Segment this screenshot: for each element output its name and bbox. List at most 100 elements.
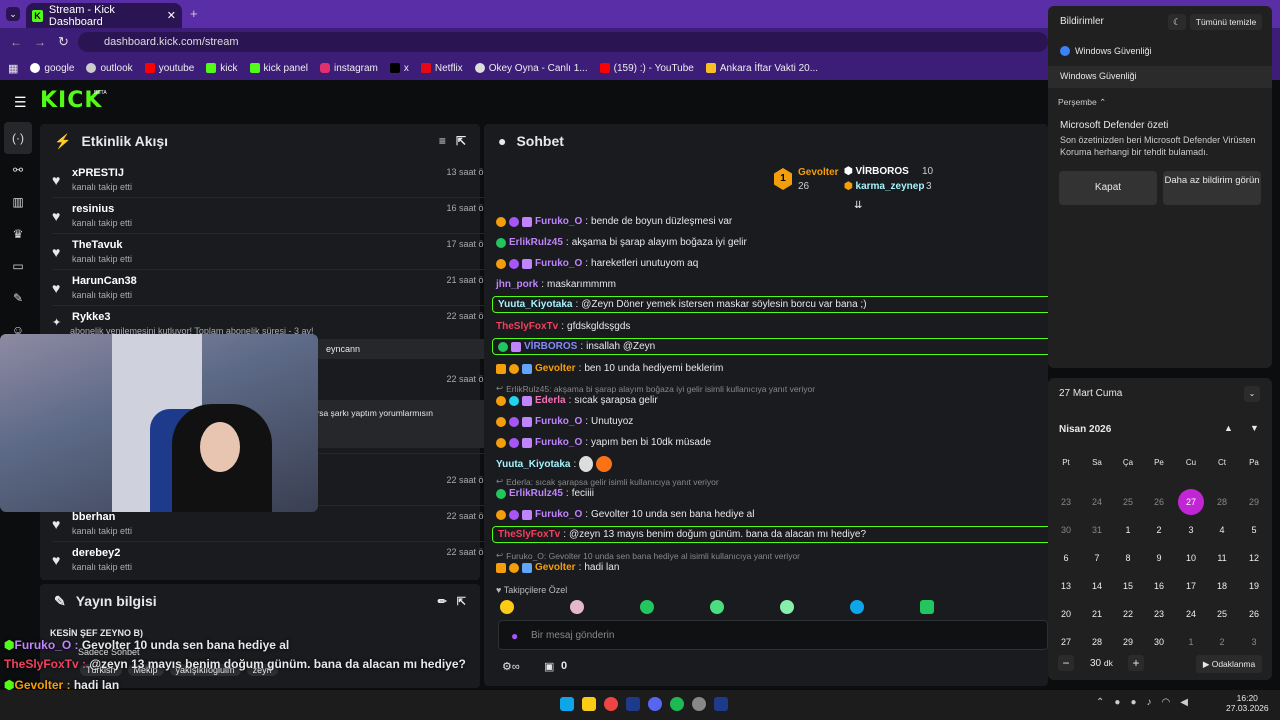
points-icon[interactable]: ▣ bbox=[544, 660, 554, 673]
close-tab-icon[interactable]: ✕ bbox=[167, 9, 176, 22]
chevron-up-icon[interactable]: ⌃ bbox=[1096, 697, 1104, 708]
start-icon[interactable] bbox=[560, 697, 574, 711]
volume-icon[interactable]: ◀ bbox=[1180, 697, 1188, 708]
calendar-day[interactable]: 27 bbox=[1178, 489, 1204, 515]
bookmark-youtube[interactable]: youtube bbox=[144, 63, 194, 74]
app-tray-icon[interactable]: ● bbox=[1114, 697, 1120, 708]
chat-user[interactable]: Furuko_O bbox=[535, 416, 582, 427]
steam-icon[interactable] bbox=[626, 697, 640, 711]
calendar-day[interactable]: 4 bbox=[1212, 525, 1232, 535]
back-icon[interactable]: ← bbox=[10, 35, 22, 49]
popout-icon[interactable]: ⇱ bbox=[457, 595, 466, 608]
calendar-day[interactable]: 23 bbox=[1056, 497, 1076, 507]
trophy-icon[interactable]: ♛ bbox=[0, 218, 36, 250]
chat-user[interactable]: Furuko_O bbox=[535, 216, 582, 227]
url-field[interactable]: dashboard.kick.com/stream bbox=[78, 32, 1048, 52]
focus-button[interactable]: ▶ Odaklanma bbox=[1196, 655, 1262, 673]
calendar-day[interactable]: 19 bbox=[1244, 581, 1264, 591]
chat-user[interactable]: Ederla bbox=[535, 395, 566, 406]
apps-grid-icon[interactable]: ▦ bbox=[8, 62, 18, 75]
wrench-icon[interactable]: ✎ bbox=[0, 282, 36, 314]
emote-icon[interactable] bbox=[500, 600, 514, 614]
close-button[interactable]: Kapat bbox=[1059, 171, 1157, 205]
calendar-day[interactable]: 30 bbox=[1056, 525, 1076, 535]
event-user[interactable]: xPRESTIJ bbox=[72, 167, 124, 179]
calendar-day[interactable]: 25 bbox=[1212, 609, 1232, 619]
analytics-icon[interactable]: ▥ bbox=[0, 186, 36, 218]
chat-user[interactable]: ErlikRulz45 bbox=[509, 488, 563, 499]
chat-user[interactable]: jhn_pork bbox=[496, 279, 538, 290]
event-user[interactable]: resinius bbox=[72, 203, 114, 215]
calendar-day[interactable]: 8 bbox=[1118, 553, 1138, 563]
event-user[interactable]: Rykke3 bbox=[72, 311, 111, 323]
collapse-calendar-icon[interactable]: ⌄ bbox=[1244, 386, 1260, 402]
chat-input-box[interactable]: ● Bir mesaj gönderin bbox=[498, 620, 1048, 650]
calendar-day[interactable]: 21 bbox=[1087, 609, 1107, 619]
app-icon[interactable] bbox=[692, 697, 706, 711]
stream-icon[interactable]: (·) bbox=[4, 122, 32, 154]
event-user[interactable]: bberhan bbox=[72, 511, 115, 523]
calendar-day[interactable]: 12 bbox=[1244, 553, 1264, 563]
calendar-day[interactable]: 22 bbox=[1118, 609, 1138, 619]
calendar-day[interactable]: 28 bbox=[1212, 497, 1232, 507]
calendar-day[interactable]: 13 bbox=[1056, 581, 1076, 591]
explorer-icon[interactable] bbox=[582, 697, 596, 711]
decrease-focus-icon[interactable]: − bbox=[1058, 655, 1074, 671]
chat-user[interactable]: Furuko_O bbox=[535, 258, 582, 269]
calendar-day[interactable]: 6 bbox=[1056, 553, 1076, 563]
calendar-day[interactable]: 15 bbox=[1118, 581, 1138, 591]
chrome-icon[interactable] bbox=[604, 697, 618, 711]
chat-settings-icon[interactable]: ⚙∞ bbox=[502, 660, 520, 673]
menu-icon[interactable]: ☰ bbox=[14, 94, 27, 111]
link-icon[interactable]: ⚯ bbox=[0, 154, 36, 186]
leader-name[interactable]: VİRBOROS bbox=[856, 166, 909, 177]
increase-focus-icon[interactable]: + bbox=[1128, 655, 1144, 671]
emote-icon[interactable] bbox=[570, 600, 584, 614]
bookmark-kick-panel[interactable]: kick panel bbox=[249, 63, 308, 74]
calendar-day[interactable]: 29 bbox=[1118, 637, 1138, 647]
new-tab-icon[interactable]: + bbox=[190, 6, 198, 21]
calendar-day[interactable]: 2 bbox=[1149, 525, 1169, 535]
event-user[interactable]: derebey2 bbox=[72, 547, 120, 559]
steam-icon[interactable] bbox=[714, 697, 728, 711]
bookmark-youtube-2[interactable]: (159) :) - YouTube bbox=[599, 63, 694, 74]
calendar-day[interactable]: 1 bbox=[1118, 525, 1138, 535]
do-not-disturb-icon[interactable]: ☾ bbox=[1168, 14, 1186, 30]
calendar-day[interactable]: 24 bbox=[1087, 497, 1107, 507]
leader-name[interactable]: karma_zeynep bbox=[856, 181, 925, 192]
event-user[interactable]: HarunCan38 bbox=[72, 275, 137, 287]
tab-menu-icon[interactable]: ⌄ bbox=[6, 7, 20, 21]
chat-user[interactable]: VİRBOROS bbox=[524, 341, 577, 352]
day-header[interactable]: Perşembe ⌃ bbox=[1058, 97, 1106, 108]
calendar-day[interactable]: 5 bbox=[1244, 525, 1264, 535]
calendar-day[interactable]: 26 bbox=[1244, 609, 1264, 619]
chat-user[interactable]: Yuuta_Kiyotaka bbox=[498, 299, 572, 310]
calendar-day[interactable]: 3 bbox=[1244, 637, 1264, 647]
calendar-day[interactable]: 11 bbox=[1212, 553, 1232, 563]
next-month-icon[interactable]: ▼ bbox=[1250, 423, 1259, 433]
bookmark-okey[interactable]: Okey Oyna - Canlı 1... bbox=[474, 63, 588, 74]
bookmark-google[interactable]: google bbox=[30, 63, 74, 74]
less-notifications-button[interactable]: Daha az bildirim görün bbox=[1163, 171, 1261, 205]
calendar-day[interactable]: 14 bbox=[1087, 581, 1107, 591]
chat-user[interactable]: Yuuta_Kiyotaka bbox=[496, 459, 570, 470]
mic-tray-icon[interactable]: ♪ bbox=[1146, 697, 1151, 708]
wifi-icon[interactable]: ◠ bbox=[1161, 697, 1170, 708]
bookmark-x[interactable]: x bbox=[389, 63, 409, 74]
calendar-day[interactable]: 18 bbox=[1212, 581, 1232, 591]
bookmark-kick[interactable]: kick bbox=[206, 63, 238, 74]
calendar-day[interactable]: 7 bbox=[1087, 553, 1107, 563]
chat-user[interactable]: Gevolter bbox=[535, 363, 576, 374]
calendar-day[interactable]: 17 bbox=[1181, 581, 1201, 591]
prev-month-icon[interactable]: ▲ bbox=[1224, 423, 1233, 433]
emote-icon[interactable] bbox=[710, 600, 724, 614]
app-group[interactable]: Windows Güvenliği bbox=[1048, 66, 1272, 88]
calendar-day[interactable]: 1 bbox=[1181, 637, 1201, 647]
video-icon[interactable]: ▭ bbox=[0, 250, 36, 282]
bookmark-instagram[interactable]: instagram bbox=[319, 63, 378, 74]
edit-icon[interactable]: ✏ bbox=[438, 595, 447, 608]
calendar-day[interactable]: 16 bbox=[1149, 581, 1169, 591]
clear-all-button[interactable]: Tümünü temizle bbox=[1190, 14, 1262, 30]
chat-user[interactable]: TheSlyFoxTv bbox=[496, 321, 558, 332]
discord-icon[interactable] bbox=[648, 697, 662, 711]
